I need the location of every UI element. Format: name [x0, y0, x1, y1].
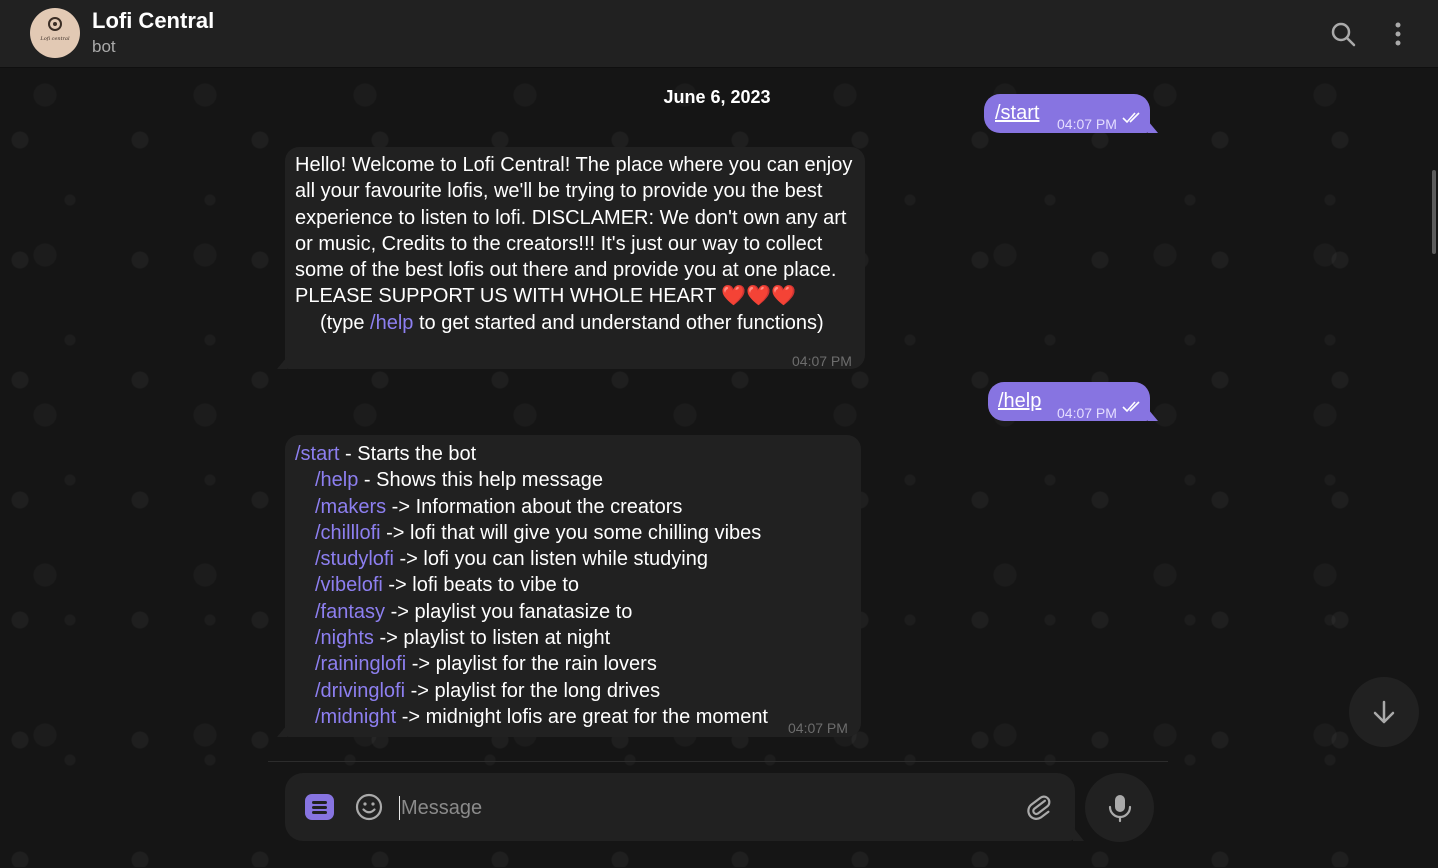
command-link[interactable]: /vibelofi [315, 574, 383, 596]
message-time: 04:07 PM [1057, 405, 1117, 421]
message-incoming[interactable]: Hello! Welcome to Lofi Central! The plac… [277, 147, 865, 369]
message-line: PLEASE SUPPORT US WITH WHOLE HEART ❤️❤️❤… [295, 285, 797, 308]
command-link[interactable]: /help [370, 312, 413, 334]
double-check-icon [1122, 401, 1140, 413]
paperclip-icon [1027, 795, 1051, 820]
message-time: 04:07 PM [788, 720, 848, 736]
hint-prefix: (type [320, 311, 371, 334]
command-item: /nights -> playlist to listen at night [295, 625, 845, 651]
menu-icon [312, 806, 327, 809]
emoji-button[interactable] [354, 792, 384, 822]
bot-menu-button[interactable] [305, 794, 334, 820]
attach-button[interactable] [1024, 792, 1054, 822]
emoji-icon [355, 793, 383, 821]
command-desc: -> midnight lofis are great for the mome… [396, 705, 768, 728]
command-link[interactable]: /fantasy [315, 601, 385, 623]
command-link[interactable]: /chilllofi [315, 522, 381, 544]
command-link[interactable]: /help [315, 469, 358, 491]
command-desc: -> playlist you fanatasize to [385, 600, 633, 623]
hint-suffix: to get started and understand other func… [413, 311, 824, 334]
command-item: /midnight -> midnight lofis are great fo… [295, 704, 845, 730]
command-item: /vibelofi -> lofi beats to vibe to [295, 572, 845, 598]
command-item: /raininglofi -> playlist for the rain lo… [295, 651, 845, 677]
command-desc: -> playlist for the rain lovers [406, 653, 657, 676]
menu-icon [312, 801, 327, 804]
command-item: /makers -> Information about the creator… [295, 494, 845, 520]
command-item: /chilllofi -> lofi that will give you so… [295, 520, 845, 546]
message-line: experience to listen to lofi. DISCLAMER:… [295, 206, 847, 229]
search-icon [1331, 22, 1356, 47]
avatar-logo-text: Lofi central [40, 36, 70, 42]
message-line: all your favourite lofis, we'll be tryin… [295, 180, 823, 203]
message-input[interactable] [399, 787, 1003, 829]
command-desc: - Starts the bot [339, 443, 477, 465]
command-desc: -> playlist to listen at night [373, 627, 611, 650]
command-desc: - Shows this help message [358, 469, 603, 492]
message-line: Hello! Welcome to Lofi Central! The plac… [295, 154, 853, 176]
command-link[interactable]: /makers [315, 496, 386, 518]
chat-title[interactable]: Lofi Central [92, 8, 214, 34]
command-link[interactable]: /help [998, 388, 1041, 414]
command-item: /drivinglofi -> playlist for the long dr… [295, 678, 845, 704]
command-item: /fantasy -> playlist you fanatasize to [295, 599, 845, 625]
command-link[interactable]: /raininglofi [315, 653, 406, 675]
chat-header[interactable]: Lofi central Lofi Central bot [0, 0, 1438, 68]
message-text: Hello! Welcome to Lofi Central! The plac… [295, 152, 855, 336]
microphone-icon [1108, 795, 1132, 823]
message-outgoing[interactable]: /help 04:07 PM [988, 382, 1158, 421]
message-composer[interactable] [285, 773, 1084, 841]
more-vertical-icon [1395, 22, 1401, 46]
command-link[interactable]: /start [295, 443, 339, 465]
voice-record-button[interactable] [1085, 773, 1154, 842]
command-link[interactable]: /drivinglofi [315, 680, 405, 702]
command-link[interactable]: /studylofi [315, 548, 394, 570]
date-separator: June 6, 2023 [663, 87, 771, 107]
command-desc: -> playlist for the long drives [405, 679, 661, 702]
message-line: or music, Credits to the creators!!! It'… [295, 232, 823, 255]
command-desc: -> Information about the creators [386, 495, 683, 518]
message-hint-line: (type /help to get started and understan… [295, 310, 855, 336]
arrow-down-icon [1373, 700, 1395, 724]
vinyl-disc-icon [48, 17, 62, 31]
search-button[interactable] [1325, 16, 1361, 52]
message-line: some of the best lofis out there and pro… [295, 259, 837, 282]
text-caret [399, 796, 400, 820]
message-text: /start - Starts the bot /help - Shows th… [295, 441, 845, 730]
command-desc: -> lofi that will give you some chilling… [380, 521, 762, 544]
avatar[interactable]: Lofi central [30, 8, 80, 58]
command-link[interactable]: /nights [315, 627, 374, 649]
double-check-icon [1122, 112, 1140, 124]
message-time: 04:07 PM [1057, 116, 1117, 132]
scrollbar[interactable] [1430, 68, 1438, 867]
command-item: /studylofi -> lofi you can listen while … [295, 546, 845, 572]
menu-icon [312, 811, 327, 814]
more-options-button[interactable] [1380, 16, 1416, 52]
scroll-to-bottom-button[interactable] [1349, 677, 1419, 747]
command-desc: -> lofi beats to vibe to [382, 574, 580, 597]
message-incoming[interactable]: /start - Starts the bot /help - Shows th… [277, 435, 861, 737]
command-link[interactable]: /midnight [315, 706, 396, 728]
command-link[interactable]: /start [995, 100, 1039, 126]
command-item: /start - Starts the bot [295, 441, 845, 467]
command-desc: -> lofi you can listen while studying [393, 548, 708, 571]
chat-subtitle: bot [92, 37, 116, 56]
message-time: 04:07 PM [792, 353, 852, 369]
message-outgoing[interactable]: /start 04:07 PM [984, 94, 1158, 133]
scrollbar-thumb[interactable] [1432, 170, 1436, 254]
command-item: /help - Shows this help message [295, 467, 845, 493]
